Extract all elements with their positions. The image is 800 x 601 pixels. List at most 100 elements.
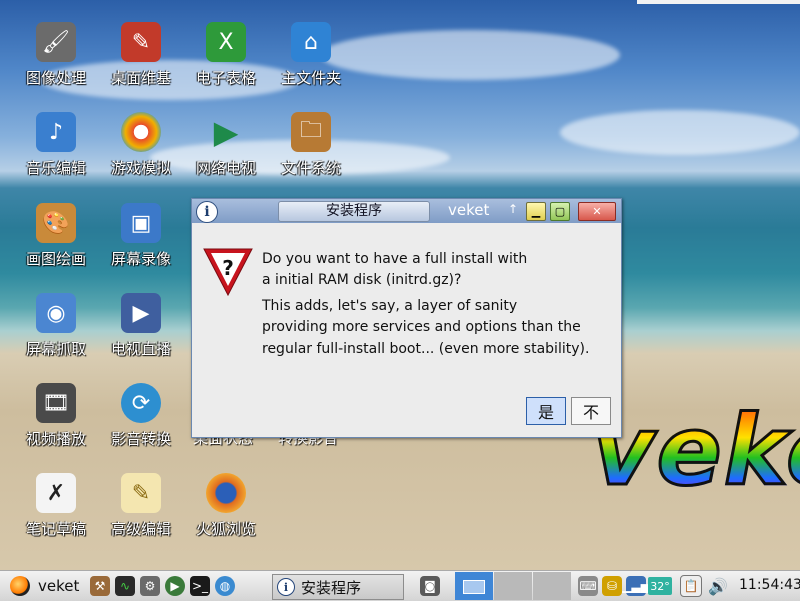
paint-palette-icon: 🎨 — [36, 203, 76, 243]
system-tray: ⌨ ⛁ ▁▃▅ — [578, 575, 650, 597]
icon-label: 主文件夹 — [280, 69, 341, 87]
camera-icon: ◙ — [420, 576, 440, 596]
minimize-icon: ▁ — [531, 205, 541, 218]
desktop-icon-text-editor[interactable]: ✎ 高级编辑 — [98, 473, 184, 539]
workspace-2[interactable] — [494, 572, 532, 600]
disk-icon[interactable]: ⛁ — [602, 576, 622, 596]
clock[interactable]: 11:54:43 — [739, 577, 800, 593]
workspace-window-thumb — [463, 580, 485, 594]
home-folder-icon: ⌂ — [291, 22, 331, 62]
start-menu-button[interactable]: veket — [10, 575, 79, 597]
desktop-icon-screenshot[interactable]: ◉ 屏幕抓取 — [13, 293, 99, 359]
volume-icon[interactable]: 🔊 — [708, 576, 728, 596]
desktop-icon-firefox[interactable]: 火狐浏览 — [183, 473, 269, 539]
quick-launch: ⚒ ∿ ⚙ ▶ >_ ◍ — [90, 575, 235, 597]
info-icon: i — [196, 201, 218, 223]
icon-label: 屏幕抓取 — [25, 340, 86, 358]
info-icon: i — [277, 578, 295, 596]
install-dialog: i 安装程序 veket ↑ ▁ ▢ ✕ ? Do you want to ha… — [191, 198, 622, 438]
desktop-icon-media-convert[interactable]: ⟳ 影音转换 — [98, 383, 184, 449]
question-warning-icon: ? — [203, 248, 253, 297]
video-player-icon: 🎞 — [36, 383, 76, 423]
svg-text:?: ? — [222, 256, 234, 280]
icon-label: 图像处理 — [25, 69, 86, 87]
icon-label: 高级编辑 — [110, 520, 171, 538]
system-monitor-icon[interactable]: ∿ — [115, 576, 135, 596]
game-emulator-icon — [121, 112, 161, 152]
icon-label: 桌面维基 — [110, 69, 171, 87]
maximize-icon: ▢ — [554, 205, 566, 218]
dialog-titlebar[interactable]: i 安装程序 veket ↑ ▁ ▢ ✕ — [192, 199, 621, 223]
desktop-icon-notes[interactable]: ✗ 笔记草稿 — [13, 473, 99, 539]
veket-logo: veke — [590, 394, 800, 509]
icon-label: 游戏模拟 — [110, 159, 171, 177]
globe-icon[interactable]: ◍ — [215, 576, 235, 596]
text-editor-icon: ✎ — [121, 473, 161, 513]
dialog-message-line: regular full-install boot... (even more … — [262, 341, 590, 357]
icon-label: 画图绘画 — [25, 250, 86, 268]
desktop-icon-file-system[interactable]: 🗀 文件系统 — [268, 112, 354, 178]
desktop-icon-screen-recorder[interactable]: ▣ 屏幕录像 — [98, 203, 184, 269]
dialog-message-line: providing more services and options than… — [262, 319, 581, 335]
desktop-icon-spreadsheet[interactable]: X 电子表格 — [183, 22, 269, 88]
keyboard-icon[interactable]: ⌨ — [578, 576, 598, 596]
music-editor-icon: ♪ — [36, 112, 76, 152]
clipboard-icon[interactable]: 📋 — [680, 575, 702, 597]
workspace-1[interactable] — [455, 572, 493, 600]
gimp-icon: 🖌 — [36, 22, 76, 62]
task-label: 安装程序 — [301, 578, 362, 597]
desktop-icon-paint[interactable]: 🎨 画图绘画 — [13, 203, 99, 269]
icon-label: 火狐浏览 — [195, 520, 256, 538]
icon-label: 网络电视 — [195, 159, 256, 177]
icon-label: 电子表格 — [195, 69, 256, 87]
cpu-temperature: 32° — [648, 577, 672, 595]
start-menu-label: veket — [38, 577, 80, 595]
icon-label: 笔记草稿 — [25, 520, 86, 538]
desktop-icon-game-emulator[interactable]: 游戏模拟 — [98, 112, 184, 178]
dialog-message-line: This adds, let's say, a layer of sanity — [262, 298, 518, 314]
minimize-button[interactable]: ▁ — [526, 202, 546, 221]
top-strip — [637, 0, 800, 4]
icon-label: 音乐编辑 — [25, 159, 86, 177]
dialog-app-name: veket — [448, 201, 490, 219]
media-play-icon[interactable]: ▶ — [165, 576, 185, 596]
icon-label: 影音转换 — [110, 430, 171, 448]
taskbar: veket ⚒ ∿ ⚙ ▶ >_ ◍ i 安装程序 ◙ ⌨ ⛁ ▁▃▅ 32° … — [0, 570, 800, 601]
play-icon: ▶ — [213, 113, 239, 151]
screenshot-tray-button[interactable]: ◙ — [420, 575, 440, 597]
wiki-icon: ✎ — [121, 22, 161, 62]
maximize-button[interactable]: ▢ — [550, 202, 570, 221]
yes-button[interactable]: 是 — [526, 397, 566, 425]
close-icon: ✕ — [592, 205, 602, 218]
hammer-icon[interactable]: ⚒ — [90, 576, 110, 596]
taskbar-task-installer[interactable]: i 安装程序 — [272, 574, 404, 600]
screenshot-icon: ◉ — [36, 293, 76, 333]
desktop-icon-live-tv[interactable]: ▶ 电视直播 — [98, 293, 184, 359]
notes-icon: ✗ — [36, 473, 76, 513]
dialog-message-line: Do you want to have a full install with — [262, 251, 528, 267]
tv-live-icon: ▶ — [121, 293, 161, 333]
close-button[interactable]: ✕ — [578, 202, 616, 221]
desktop-icon-wiki[interactable]: ✎ 桌面维基 — [98, 22, 184, 88]
up-arrow-icon[interactable]: ↑ — [508, 202, 518, 216]
desktop-icon-image-editor[interactable]: 🖌 图像处理 — [13, 22, 99, 88]
firefox-icon — [206, 473, 246, 513]
desktop-icon-video-player[interactable]: 🎞 视频播放 — [13, 383, 99, 449]
settings-icon[interactable]: ⚙ — [140, 576, 160, 596]
screen-recorder-icon: ▣ — [121, 203, 161, 243]
icon-label: 文件系统 — [280, 159, 341, 177]
desktop-icon-home-folder[interactable]: ⌂ 主文件夹 — [268, 22, 354, 88]
media-convert-icon: ⟳ — [121, 383, 161, 423]
network-signal-icon[interactable]: ▁▃▅ — [622, 576, 650, 596]
dialog-title-tab[interactable]: 安装程序 — [278, 201, 430, 222]
icon-label: 屏幕录像 — [110, 250, 171, 268]
tray-icons-right: 📋 🔊 — [680, 575, 728, 597]
workspace-3[interactable] — [533, 572, 571, 600]
desktop-icon-music-editor[interactable]: ♪ 音乐编辑 — [13, 112, 99, 178]
terminal-icon[interactable]: >_ — [190, 576, 210, 596]
desktop-icon-net-tv[interactable]: ▶ 网络电视 — [183, 112, 269, 178]
dialog-message-line: a initial RAM disk (initrd.gz)? — [262, 272, 462, 288]
file-system-icon: 🗀 — [291, 112, 331, 152]
veket-menu-icon — [10, 576, 30, 596]
no-button[interactable]: 不 — [571, 397, 611, 425]
